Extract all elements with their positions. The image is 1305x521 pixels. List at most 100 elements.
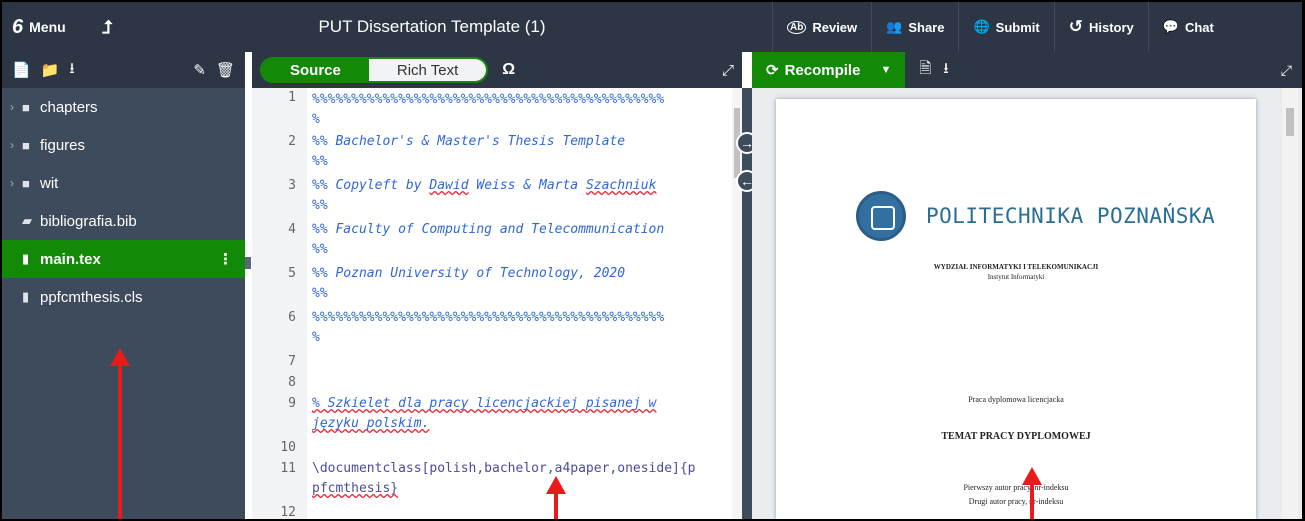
source-tab[interactable]: Source — [262, 59, 369, 81]
line-number: 1 — [288, 90, 296, 105]
kebab-menu-icon[interactable]: ⋮ — [218, 250, 233, 268]
history-button[interactable]: ↺ History — [1053, 2, 1148, 52]
submit-label: Submit — [995, 19, 1040, 35]
line-number: 5 — [288, 266, 296, 281]
tree-item-wit[interactable]: › ■ wit — [2, 164, 245, 202]
tree-item-label: ppfcmthesis.cls — [40, 288, 143, 306]
code-text: %% Copyleft by — [312, 178, 430, 193]
line-number: 7 — [288, 354, 296, 369]
project-title[interactable]: PUT Dissertation Template (1) — [252, 2, 612, 52]
tree-item-ppfcmthesis[interactable]: ▮ ppfcmthesis.cls — [2, 278, 245, 316]
rename-pencil-icon[interactable]: ✎ — [193, 61, 206, 79]
share-label: Share — [908, 19, 945, 35]
code-line: \documentclass[polish,bachelor,a4paper,o… — [312, 461, 696, 476]
upload-icon[interactable]: ⭳ — [69, 58, 74, 83]
line-number: 3 — [288, 178, 296, 193]
logs-icon[interactable]: 🗎 — [919, 58, 931, 83]
file-icon: ▮ — [22, 251, 30, 266]
folder-icon: ■ — [22, 99, 30, 115]
code-area[interactable]: 1 %%%%%%%%%%%%%%%%%%%%%%%%%%%%%%%%%%%%%%… — [252, 88, 732, 519]
pdf-toolbar: ⟳ Recompile ▼ 🗎 ⭳ ⤢ — [752, 52, 1302, 88]
code-line: %% Faculty of Computing and Telecommunic… — [312, 222, 665, 237]
code-line: pfcmthesis} — [312, 481, 399, 496]
code-line: % — [312, 112, 320, 127]
review-icon: Ab — [787, 20, 807, 34]
chat-button[interactable]: 💬 Chat — [1147, 2, 1228, 52]
author-line-1: Pierwszy autor pracy, nr-indeksu — [963, 483, 1069, 492]
chevron-right-icon: › — [10, 100, 14, 114]
history-label: History — [1088, 19, 1134, 35]
spelling-error: Dawid — [429, 178, 469, 193]
recompile-label: Recompile — [784, 61, 861, 79]
chevron-right-icon: › — [10, 138, 14, 152]
overleaf-window: 6 Menu ⮥ PUT Dissertation Template (1) A… — [2, 2, 1302, 519]
tree-item-label: bibliografia.bib — [40, 212, 137, 230]
refresh-icon: ⟳ — [766, 62, 779, 79]
code-line: %% — [312, 198, 328, 213]
annotation-arrow — [546, 476, 566, 519]
work-type: Praca dyplomowa licencjacka — [968, 395, 1064, 404]
chevron-right-icon: › — [10, 176, 14, 190]
tree-item-bibliografia[interactable]: ▰ bibliografia.bib — [2, 202, 245, 240]
review-button[interactable]: Ab Review — [772, 2, 871, 52]
chat-label: Chat — [1184, 19, 1214, 35]
menu-button[interactable]: 6 Menu — [12, 2, 66, 52]
file-tree-toolbar: 📄 📁 ⭳ ✎ 🗑 — [2, 52, 245, 88]
toolbar-actions: Ab Review 👥 Share 🌐 Submit ↺ History 💬 C… — [772, 2, 1228, 52]
recompile-button[interactable]: ⟳ Recompile ▼ — [752, 52, 906, 88]
pdf-page[interactable]: POLITECHNIKA POZNAŃSKA WYDZIAŁ INFORMATY… — [776, 99, 1256, 519]
back-to-projects-button[interactable]: ⮥ — [102, 2, 113, 52]
scrollbar-thumb[interactable] — [1286, 108, 1294, 136]
institute-name: Instytut Informatyki — [987, 273, 1045, 281]
line-number: 12 — [280, 505, 296, 519]
code-line: %% Bachelor's & Master's Thesis Template — [312, 134, 626, 149]
code-line: %% — [312, 242, 328, 257]
tree-item-figures[interactable]: › ■ figures — [2, 126, 245, 164]
editor-toolbar: Source Rich Text Ω ⤢ — [252, 52, 742, 88]
share-button[interactable]: 👥 Share — [871, 2, 958, 52]
rich-text-tab[interactable]: Rich Text — [368, 59, 487, 81]
code-line: języku polskim. — [312, 414, 429, 434]
author-line-2: Drugi autor pracy, nr-indeksu — [968, 497, 1064, 506]
tree-item-label: main.tex — [40, 250, 101, 268]
pdf-preview-panel: ⟳ Recompile ▼ 🗎 ⭳ ⤢ POLITECHNIKA POZNAŃS… — [752, 52, 1302, 519]
download-icon[interactable]: ⭳ — [943, 58, 948, 83]
submit-button[interactable]: 🌐 Submit — [958, 2, 1053, 52]
expand-icon[interactable]: ⤢ — [1281, 62, 1292, 79]
menu-label: Menu — [29, 19, 66, 35]
spelling-error: języku polskim. — [312, 416, 430, 431]
faculty-name: WYDZIAŁ INFORMATYKI I TELEKOMUNIKACJI — [933, 263, 1099, 271]
new-file-icon[interactable]: 📄 — [12, 61, 31, 79]
file-icon: ▮ — [22, 289, 30, 304]
line-number: 8 — [288, 375, 296, 390]
tree-item-label: wit — [40, 174, 59, 192]
tree-resize-handle[interactable] — [245, 257, 251, 269]
university-name: POLITECHNIKA POZNAŃSKA — [926, 204, 1216, 228]
annotation-arrow — [110, 348, 130, 519]
symbol-palette-button[interactable]: Ω — [502, 61, 515, 79]
thesis-title: TEMAT PRACY DYPLOMOWEJ — [941, 431, 1091, 442]
review-label: Review — [812, 19, 858, 35]
code-line: %%%%%%%%%%%%%%%%%%%%%%%%%%%%%%%%%%%%%%%%… — [312, 310, 665, 325]
tree-item-chapters[interactable]: › ■ chapters — [2, 88, 245, 126]
expand-icon[interactable]: ⤢ — [722, 62, 734, 79]
chevron-down-icon[interactable]: ▼ — [880, 64, 891, 76]
up-arrow-icon: ⮥ — [102, 16, 113, 37]
folder-icon: ■ — [22, 137, 30, 153]
share-icon: 👥 — [886, 19, 903, 34]
globe-icon: 🌐 — [973, 19, 990, 34]
pdf-scrollbar[interactable] — [1282, 88, 1298, 519]
tree-item-label: chapters — [40, 98, 98, 116]
new-folder-icon[interactable]: 📁 — [41, 61, 60, 79]
tree-item-main-tex[interactable]: ▮ main.tex ⋮ — [2, 240, 245, 278]
line-number: 11 — [280, 461, 296, 476]
annotation-arrow — [1022, 467, 1042, 519]
folder-icon: ■ — [22, 175, 30, 191]
code-text: Weiss & Marta — [468, 178, 586, 193]
code-line: %%%%%%%%%%%%%%%%%%%%%%%%%%%%%%%%%%%%%%%%… — [312, 92, 665, 107]
file-tree-panel: 📄 📁 ⭳ ✎ 🗑 › ■ chapters › ■ figures › ■ w… — [2, 52, 245, 519]
source-editor: Source Rich Text Ω ⤢ 1 %%%%%%%%%%%%%%%%%… — [252, 52, 742, 519]
editor-scrollbar[interactable] — [732, 88, 742, 519]
line-number: 2 — [288, 134, 296, 149]
delete-trash-icon[interactable]: 🗑 — [216, 61, 235, 79]
